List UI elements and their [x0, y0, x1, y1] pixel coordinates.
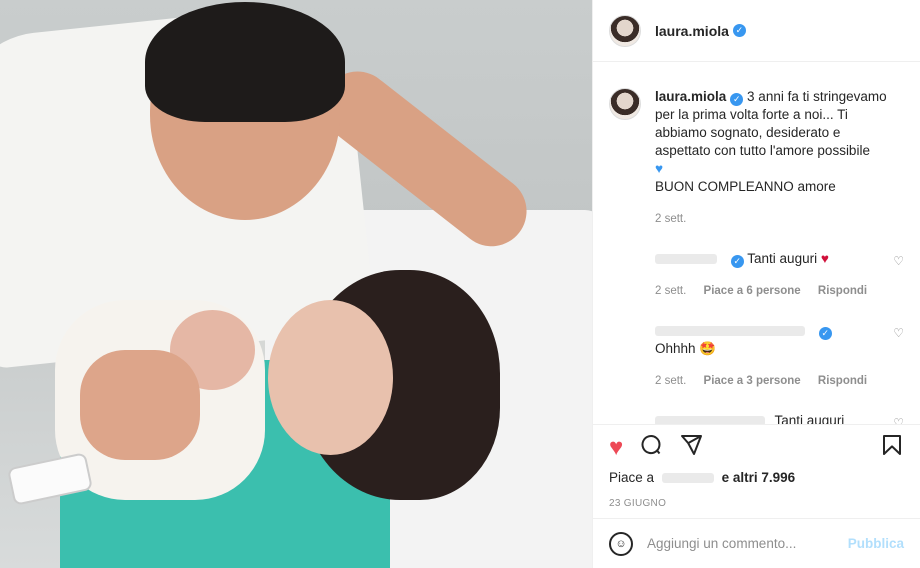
caption-username[interactable]: laura.miola [655, 89, 726, 104]
avatar[interactable] [609, 14, 641, 47]
caption: laura.miola ✓ 3 anni fa ti stringevamo pe… [609, 88, 904, 228]
bookmark-icon[interactable] [880, 433, 904, 462]
comment-meta: 2 sett. Piace a 6 persone Rispondi [655, 282, 904, 300]
emoji-icon[interactable]: ☺ [609, 531, 633, 556]
post-date: 23 GIUGNO [609, 498, 667, 509]
photo-hand [80, 350, 200, 460]
comment-input[interactable] [647, 536, 848, 551]
comment-reply-button[interactable]: Rispondi [818, 375, 867, 387]
comments-list[interactable]: laura.miola ✓ 3 anni fa ti stringevamo pe… [593, 62, 920, 424]
star-eyes-emoji-icon: 🤩 [699, 341, 717, 356]
comment-likes-link[interactable]: Piace a 6 persone [704, 285, 801, 297]
post-photo[interactable] [0, 0, 592, 568]
comment-item: ✓ ♡ Ohhhh 🤩 2 sett. Piace a 3 persone Ri… [609, 322, 904, 390]
post-sidebar: laura.miola ✓ laura.miola ✓ 3 anni fa ti … [592, 0, 920, 568]
likes-prefix: Piace a [609, 470, 655, 485]
comment-like-icon[interactable]: ♡ [893, 252, 904, 270]
redacted-username [661, 473, 714, 484]
heart-icon[interactable]: ♥ [609, 435, 623, 460]
comment-item: ✓ Tanti auguri ♥ ♡ 2 sett. Piace a 6 per… [609, 250, 904, 300]
redacted-username [655, 416, 765, 424]
redacted-username [655, 326, 805, 337]
add-comment-bar: ☺ Pubblica [593, 518, 920, 568]
comment-meta: 2 sett. Piace a 3 persone Rispondi [655, 372, 904, 390]
comment-text: Tanti auguri [774, 413, 845, 424]
likes-summary[interactable]: Piace a e altri 7.996 [593, 470, 920, 490]
comment-text-row: Ohhhh 🤩 [655, 340, 904, 358]
caption-body: laura.miola ✓ 3 anni fa ti stringevamo pe… [655, 88, 889, 228]
blue-heart-icon: ♥ [655, 161, 664, 176]
comment-item: Tanti auguri ♡ ♥ [609, 412, 904, 424]
action-bar: ♥ [593, 424, 920, 470]
comment-likes-link[interactable]: Piace a 3 persone [704, 375, 801, 387]
post-header: laura.miola ✓ [593, 0, 920, 62]
verified-badge-icon: ✓ [732, 24, 746, 37]
send-icon[interactable] [679, 433, 703, 462]
comment-text: Tanti auguri [747, 251, 818, 266]
likes-count[interactable]: e altri 7.996 [722, 470, 796, 485]
comment-like-icon[interactable]: ♡ [893, 324, 904, 342]
comment-time: 2 sett. [655, 375, 687, 387]
caption-meta: 2 sett. [655, 210, 889, 228]
comment-time: 2 sett. [655, 285, 687, 297]
instagram-post: laura.miola ✓ laura.miola ✓ 3 anni fa ti … [0, 0, 920, 568]
header-username[interactable]: laura.miola [655, 23, 729, 39]
publish-button[interactable]: Pubblica [848, 536, 904, 551]
verified-badge-icon: ✓ [818, 327, 832, 340]
redacted-username [655, 254, 717, 265]
verified-badge-icon: ✓ [730, 93, 744, 106]
caption-avatar[interactable] [609, 88, 641, 120]
comment-reply-button[interactable]: Rispondi [818, 285, 867, 297]
caption-text-line2: BUON COMPLEANNO amore [655, 179, 836, 194]
comment-like-icon[interactable]: ♡ [893, 414, 904, 424]
comment-icon[interactable] [639, 433, 663, 462]
photo-woman-face [268, 300, 393, 455]
verified-badge-icon: ✓ [730, 255, 744, 268]
photo-man-hair [145, 2, 345, 122]
caption-time: 2 sett. [655, 213, 687, 225]
comment-text: Ohhhh [655, 341, 696, 356]
red-heart-icon: ♥ [820, 251, 829, 266]
